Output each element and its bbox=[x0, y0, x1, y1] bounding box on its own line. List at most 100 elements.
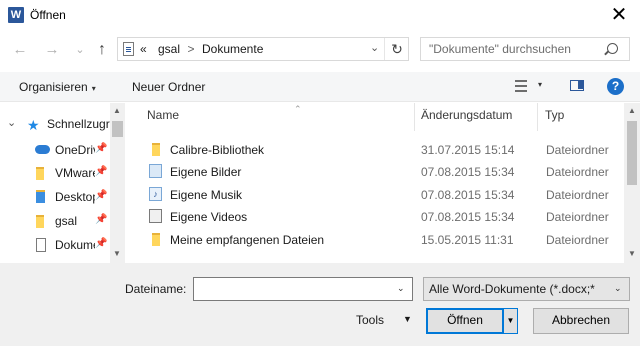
organize-button[interactable]: Organisieren ▾ bbox=[19, 80, 96, 94]
filename-label: Dateiname: bbox=[125, 282, 187, 296]
open-button[interactable]: Öffnen bbox=[426, 308, 504, 334]
column-header-name[interactable]: ⌃ Name bbox=[147, 104, 407, 134]
pin-icon: 📌 bbox=[95, 190, 108, 201]
help-icon[interactable]: ? bbox=[607, 78, 624, 95]
search-input[interactable]: "Dokumente" durchsuchen bbox=[429, 42, 571, 56]
table-row[interactable]: Meine empfangenen Dateien 15.05.2015 11:… bbox=[139, 229, 625, 251]
breadcrumb-dokumente[interactable]: Dokumente bbox=[202, 42, 263, 56]
file-name: Eigene Videos bbox=[170, 210, 248, 224]
folder-icon bbox=[152, 233, 160, 246]
file-date: 07.08.2015 15:34 bbox=[421, 165, 515, 179]
sidebar-item-label: OneDrive bbox=[55, 143, 95, 157]
folder-icon bbox=[36, 167, 44, 180]
back-button[interactable]: ← bbox=[10, 40, 30, 60]
filetype-dropdown-chevron-icon[interactable]: ⌄ bbox=[614, 283, 622, 294]
scroll-down-arrow-icon[interactable]: ▼ bbox=[113, 249, 121, 258]
refresh-button[interactable]: ↻ bbox=[384, 38, 409, 60]
file-date: 15.05.2015 11:31 bbox=[421, 233, 514, 247]
file-list: ⌃ Name Änderungsdatum Typ Calibre-Biblio… bbox=[127, 103, 640, 263]
sort-ascending-icon: ⌃ bbox=[294, 104, 302, 114]
file-name: Meine empfangenen Dateien bbox=[170, 233, 325, 247]
star-icon: ★ bbox=[27, 117, 40, 133]
view-options-caret-icon[interactable]: ▾ bbox=[538, 80, 542, 89]
table-row[interactable]: Eigene Videos 07.08.2015 15:34 Dateiordn… bbox=[139, 206, 625, 228]
address-dropdown-chevron-icon[interactable]: ⌄ bbox=[370, 41, 379, 54]
organize-caret-icon: ▾ bbox=[91, 84, 96, 93]
column-header-label: Name bbox=[147, 108, 180, 122]
file-name: Eigene Bilder bbox=[170, 165, 242, 179]
new-folder-button[interactable]: Neuer Ordner bbox=[132, 80, 205, 94]
word-app-icon: W bbox=[8, 7, 24, 23]
breadcrumb-separator[interactable]: > bbox=[182, 39, 200, 59]
navigation-scrollbar[interactable]: ▲ ▼ bbox=[110, 103, 125, 263]
file-type: Dateiordner bbox=[546, 188, 609, 202]
open-split-arrow-icon[interactable]: ▼ bbox=[503, 308, 518, 334]
column-divider[interactable] bbox=[414, 103, 415, 131]
view-options-icon[interactable] bbox=[515, 80, 527, 93]
pin-icon: 📌 bbox=[95, 166, 108, 177]
sidebar-item-quick-access[interactable]: ★ Schnellzugriff bbox=[0, 115, 119, 137]
pin-icon: 📌 bbox=[95, 238, 108, 249]
sidebar-item-label: VMware bbox=[55, 166, 95, 180]
pin-icon: 📌 bbox=[95, 143, 108, 154]
window-title: Öffnen bbox=[30, 8, 66, 22]
file-type: Dateiordner bbox=[546, 233, 609, 247]
search-box[interactable]: "Dokumente" durchsuchen bbox=[420, 37, 630, 61]
file-type: Dateiordner bbox=[546, 165, 609, 179]
sidebar-item-onedrive[interactable]: OneDrive 📌 bbox=[0, 139, 110, 161]
table-row[interactable]: Eigene Bilder 07.08.2015 15:34 Dateiordn… bbox=[139, 161, 625, 183]
scroll-down-arrow-icon[interactable]: ▼ bbox=[628, 249, 636, 258]
file-name: Calibre-Bibliothek bbox=[170, 143, 265, 157]
folder-icon bbox=[152, 143, 160, 156]
pin-icon: 📌 bbox=[95, 214, 108, 225]
column-header-type[interactable]: Typ bbox=[545, 108, 625, 134]
navigation-scrollbar-thumb[interactable] bbox=[112, 121, 123, 137]
filetype-value: Alle Word-Dokumente (*.docx;* bbox=[429, 282, 595, 296]
title-bar: W Öffnen ✕ bbox=[0, 0, 640, 31]
file-date: 31.07.2015 15:14 bbox=[421, 143, 515, 157]
table-row[interactable]: Calibre-Bibliothek 31.07.2015 15:14 Date… bbox=[139, 139, 625, 161]
filetype-select[interactable]: Alle Word-Dokumente (*.docx;* ⌄ bbox=[423, 277, 630, 301]
onedrive-icon bbox=[35, 145, 50, 154]
file-type: Dateiordner bbox=[546, 210, 609, 224]
column-header-date[interactable]: Änderungsdatum bbox=[421, 108, 531, 134]
breadcrumb-gsal[interactable]: gsal bbox=[158, 42, 180, 56]
sidebar-item-label: Dokumente bbox=[55, 238, 95, 252]
documents-folder-icon bbox=[36, 238, 46, 252]
desktop-folder-icon bbox=[36, 190, 45, 203]
forward-button[interactable]: → bbox=[42, 40, 62, 60]
cancel-button[interactable]: Abbrechen bbox=[533, 308, 629, 334]
sidebar-item-dokumente[interactable]: Dokumente 📌 bbox=[0, 234, 110, 256]
tools-label: Tools bbox=[356, 313, 385, 327]
sidebar-item-desktop[interactable]: Desktop 📌 bbox=[0, 186, 110, 208]
dialog-footer: Dateiname: ⌄ Alle Word-Dokumente (*.docx… bbox=[0, 263, 640, 346]
column-divider[interactable] bbox=[537, 103, 538, 131]
table-row[interactable]: ♪ Eigene Musik 07.08.2015 15:34 Dateiord… bbox=[139, 184, 625, 206]
sidebar-item-label: gsal bbox=[55, 214, 78, 228]
sidebar-item-gsal[interactable]: gsal 📌 bbox=[0, 210, 110, 232]
close-button[interactable]: ✕ bbox=[598, 0, 640, 31]
scroll-up-arrow-icon[interactable]: ▲ bbox=[628, 106, 636, 115]
videos-shortcut-icon bbox=[149, 209, 162, 223]
tools-button[interactable]: Tools ▼ bbox=[356, 313, 412, 327]
file-type: Dateiordner bbox=[546, 143, 609, 157]
file-date: 07.08.2015 15:34 bbox=[421, 210, 515, 224]
sidebar-item-vmware[interactable]: VMware 📌 bbox=[0, 162, 110, 184]
preview-pane-icon[interactable] bbox=[570, 80, 584, 91]
sidebar-item-label: Desktop bbox=[55, 190, 95, 204]
command-bar: Organisieren ▾ Neuer Ordner ▾ ? bbox=[0, 72, 640, 102]
address-bar[interactable]: « gsal > Dokumente ⌄ ↻ bbox=[117, 37, 409, 61]
up-button[interactable]: ↑ bbox=[92, 40, 112, 60]
address-overflow[interactable]: « bbox=[140, 42, 147, 56]
folder-icon bbox=[36, 215, 44, 228]
file-list-scrollbar-thumb[interactable] bbox=[627, 121, 637, 185]
filename-field[interactable]: ⌄ bbox=[193, 277, 413, 301]
search-icon[interactable] bbox=[607, 43, 618, 54]
tools-caret-icon: ▼ bbox=[403, 314, 412, 324]
sidebar-item-label: Schnellzugriff bbox=[47, 117, 119, 131]
recent-locations-chevron-icon[interactable]: ⌄ bbox=[70, 40, 90, 60]
scroll-up-arrow-icon[interactable]: ▲ bbox=[113, 106, 121, 115]
file-list-scrollbar[interactable]: ▲ ▼ bbox=[624, 103, 640, 263]
filename-dropdown-chevron-icon[interactable]: ⌄ bbox=[397, 283, 405, 294]
file-name: Eigene Musik bbox=[170, 188, 243, 202]
